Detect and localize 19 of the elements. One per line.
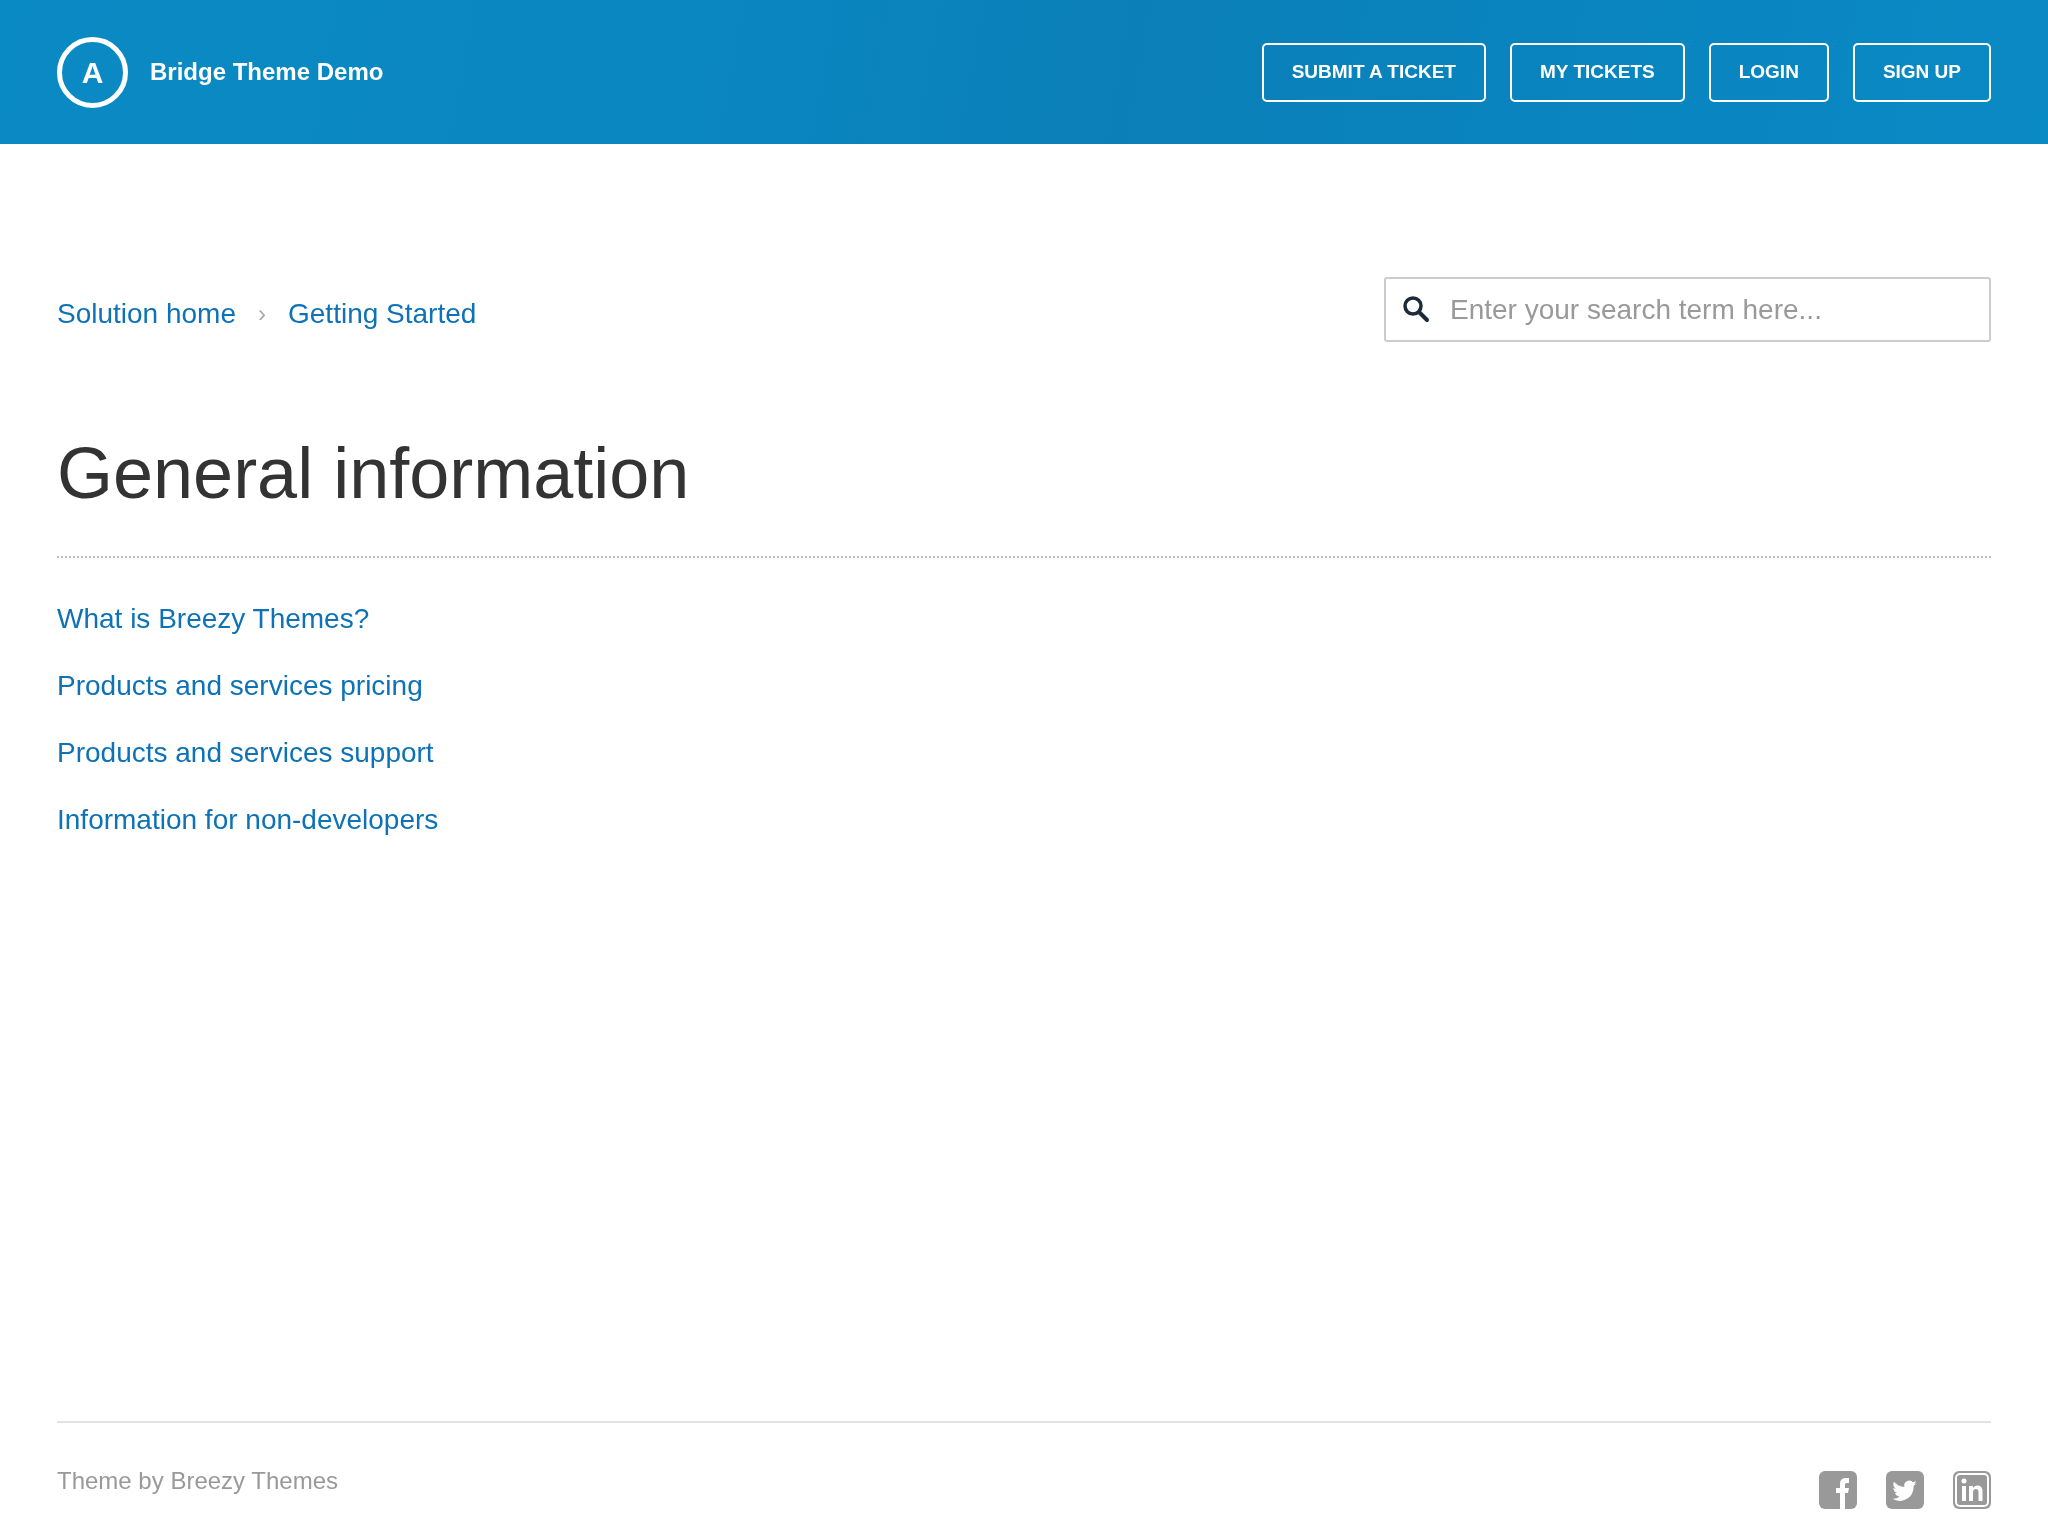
breadcrumb-separator: › <box>258 299 266 329</box>
article-link[interactable]: What is Breezy Themes? <box>57 598 370 641</box>
bird-icon[interactable] <box>1886 1471 1924 1509</box>
header-button[interactable]: SUBMIT A TICKET <box>1261 42 1486 102</box>
breadcrumb-link[interactable]: Getting Started <box>288 293 477 335</box>
facebook-icon[interactable] <box>1819 1471 1857 1509</box>
header-button[interactable]: MY TICKETS <box>1510 42 1685 102</box>
article-link[interactable]: Products and services support <box>57 732 434 775</box>
page-heading: General information <box>57 432 691 515</box>
header-button[interactable]: SIGN UP <box>1852 42 1991 102</box>
article-link[interactable]: Information for non-developers <box>57 799 439 842</box>
site-title[interactable]: Bridge Theme Demo <box>150 54 384 90</box>
header-button[interactable]: LOGIN <box>1708 42 1829 102</box>
logo[interactable]: A <box>57 36 128 108</box>
footer-text: Theme by Breezy Themes <box>57 1466 338 1496</box>
search-field[interactable]: Enter your search term here... <box>1384 277 1991 342</box>
breadcrumb-link[interactable]: Solution home <box>57 293 236 335</box>
linkedin-icon[interactable] <box>1953 1471 1991 1509</box>
article-link[interactable]: Products and services pricing <box>57 665 423 708</box>
